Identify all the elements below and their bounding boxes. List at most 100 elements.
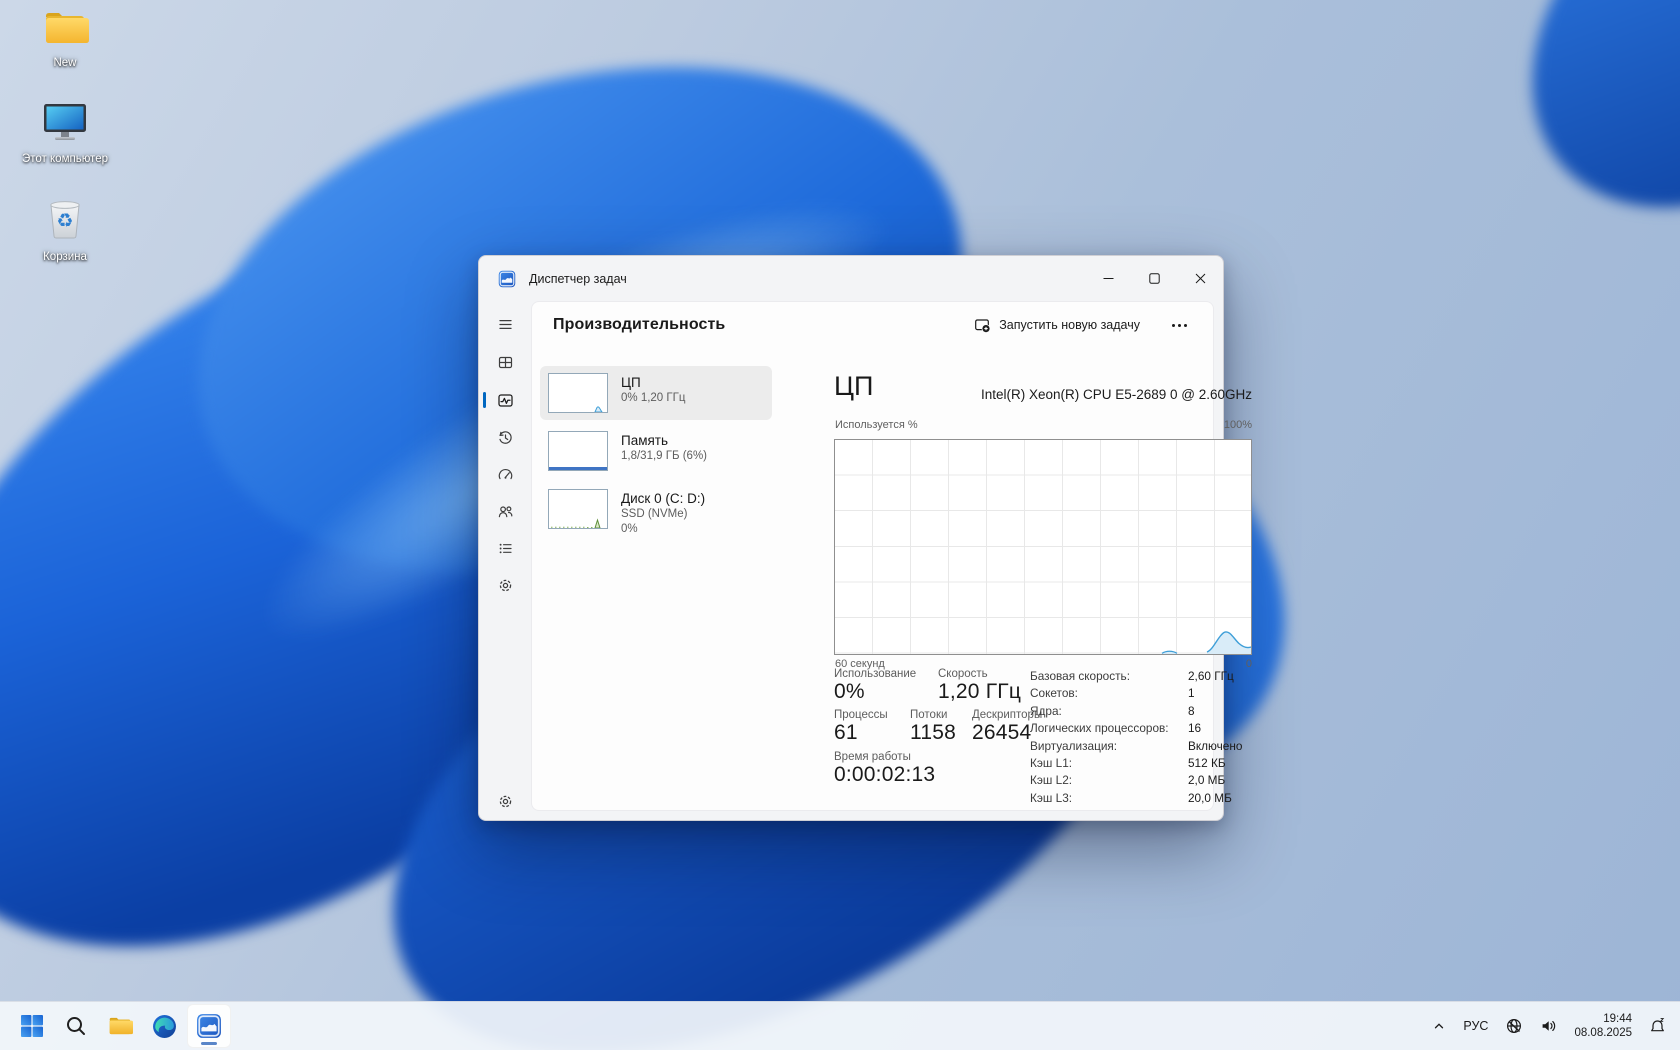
close-button[interactable] [1177,256,1223,301]
desktop-icon-label: New [53,57,77,69]
memory-mini-graph [548,431,608,471]
spec-value: 16 [1188,721,1202,736]
notification-center-button[interactable] [1643,1006,1672,1046]
wallpaper-petal [1460,0,1680,282]
graph-ymax: 100% [1223,419,1252,431]
processes-value: 61 [834,721,858,744]
spec-value: 2,0 МБ [1188,773,1226,788]
processes-icon [498,356,512,368]
more-options-button[interactable] [1166,318,1193,333]
disk-mini-graph [548,489,608,529]
hidden-icons-chevron[interactable] [1427,1006,1451,1046]
spec-value: 2,60 ГГц [1188,669,1234,683]
sidebar-item-services[interactable] [479,568,531,602]
recycle-bin-icon: ♻ [43,201,87,246]
folder-icon [41,13,89,52]
taskmanager-content-card: Производительность Запустить новую задач… [531,301,1252,811]
page-title: Производительность [553,316,726,333]
spec-value: 20,0 МБ [1188,790,1232,805]
edge-icon [152,1014,176,1038]
globe-no-internet-icon [1507,1018,1522,1034]
language-indicator[interactable]: РУС [1458,1006,1493,1046]
threads-value: 1158 [910,721,956,744]
cpu-model-name: Intel(R) Xeon(R) CPU E5-2689 0 @ 2.60GHz [980,387,1252,402]
spec-value: 512 КБ [1188,755,1226,770]
desktop-icon-new-folder[interactable]: New [22,8,108,70]
monitor-icon [40,104,90,148]
metric-sub: 1,8/31,9 ГБ (6%) [621,450,708,462]
clock-time: 19:44 [1603,1012,1632,1025]
start-button[interactable] [11,1005,53,1047]
maximize-button[interactable] [1131,256,1177,301]
usage-label: Использование [834,668,917,680]
desktop: New Этот компьютер ♻ Корзина Диспетчер з… [0,0,1680,1050]
metric-name: ЦП [621,375,641,390]
settings-gear-icon [499,795,511,808]
graph-ylabel: Используется % [835,419,918,431]
sidebar-item-processes[interactable] [479,345,531,379]
metric-name: Память [621,433,669,448]
chevron-up-icon [1435,1023,1444,1029]
speaker-icon [1543,1021,1556,1031]
task-manager-icon [197,1014,221,1038]
list-item-disk0[interactable]: Диск 0 (C: D:) SSD (NVMe) 0% [540,482,772,544]
usage-value: 0% [834,680,865,703]
sidebar-menu-button[interactable] [479,307,531,341]
cpu-usage-series [1161,631,1251,654]
sidebar-item-settings[interactable] [479,793,531,810]
sidebar-item-details[interactable] [479,531,531,565]
desktop-icon-label: Этот компьютер [22,153,108,165]
sidebar-item-performance[interactable] [479,383,531,417]
list-item-cpu[interactable]: ЦП 0% 1,20 ГГц [540,366,772,420]
cpu-mini-graph [548,373,608,413]
uptime-value: 0:00:02:13 [834,763,936,786]
spec-label: Сокетов: [1030,686,1078,701]
cpu-detail-panel: ЦП Intel(R) Xeon(R) CPU E5-2689 0 @ 2.60… [834,347,1252,805]
spec-value: 1 [1188,686,1195,701]
history-icon [498,430,512,444]
sidebar-item-app-history[interactable] [479,420,531,454]
minimize-button[interactable] [1085,256,1131,301]
network-tray-button[interactable] [1500,1006,1528,1046]
menu-icon [498,319,512,329]
spec-label: Виртуализация: [1030,738,1118,753]
speed-label: Скорость [938,668,988,680]
taskbar-task-manager-button[interactable] [187,1004,231,1048]
taskbar-clock[interactable]: 19:44 08.08.2025 [1570,1012,1636,1041]
desktop-icon-recycle-bin[interactable]: ♻ Корзина [22,196,108,264]
spec-value: 8 [1188,703,1195,718]
new-task-icon [975,318,991,333]
spec-label: Кэш L1: [1030,755,1073,770]
threads-label: Потоки [910,709,948,721]
sidebar-item-startup-apps[interactable] [479,457,531,491]
bell-dnd-icon [1651,1017,1665,1031]
metric-name: Диск 0 (C: D:) [621,491,706,506]
svg-text:♻: ♻ [56,210,73,232]
services-icon [499,579,511,591]
cpu-usage-graph[interactable] [834,439,1252,655]
file-explorer-icon [109,1017,133,1035]
search-button[interactable] [55,1005,97,1047]
metric-sub: SSD (NVMe) [621,508,688,520]
details-icon [499,543,512,553]
edge-button[interactable] [143,1005,185,1047]
task-manager-app-icon [498,270,516,288]
spec-label: Логических процессоров: [1030,721,1169,736]
run-new-task-button[interactable]: Запустить новую задачу [964,311,1150,340]
window-titlebar[interactable]: Диспетчер задач [479,256,1223,301]
file-explorer-button[interactable] [99,1005,141,1047]
spec-label: Кэш L2: [1030,773,1073,788]
run-new-task-label: Запустить новую задачу [999,318,1140,332]
spec-value: Включено [1188,738,1243,753]
desktop-icon-label: Корзина [43,251,87,263]
list-item-memory[interactable]: Память 1,8/31,9 ГБ (6%) [540,424,772,478]
processes-label: Процессы [834,709,888,721]
desktop-icon-this-pc[interactable]: Этот компьютер [22,100,108,166]
startup-icon [498,468,512,479]
cpu-heading: ЦП [834,371,874,401]
metric-sub: 0% 1,20 ГГц [621,392,686,404]
sidebar-item-users[interactable] [479,494,531,528]
task-manager-window: Диспетчер задач Производительность Запус… [478,255,1252,821]
performance-icon [497,393,513,407]
volume-tray-button[interactable] [1535,1006,1563,1046]
